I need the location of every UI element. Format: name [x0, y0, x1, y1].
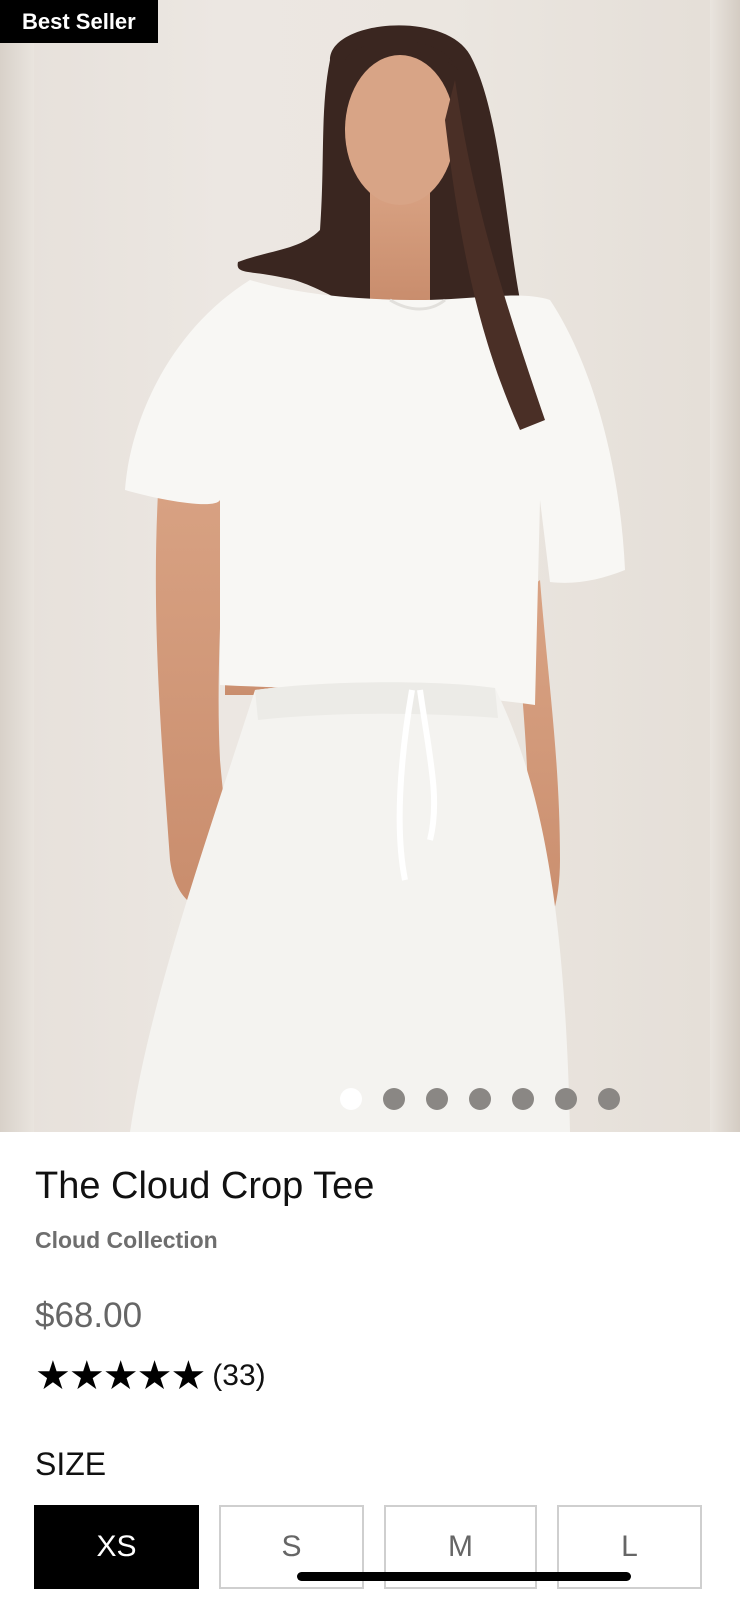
model-figure [125, 25, 625, 1132]
size-option-xs[interactable]: XS [34, 1505, 199, 1589]
gallery-pagination[interactable] [340, 1088, 620, 1110]
gallery-dot-5[interactable] [512, 1088, 534, 1110]
rating-stars-icon: ★★★★★ [35, 1354, 206, 1398]
home-indicator[interactable] [297, 1572, 631, 1581]
product-title: The Cloud Crop Tee [35, 1165, 375, 1207]
review-count[interactable]: (33) [212, 1359, 265, 1393]
best-seller-badge: Best Seller [0, 0, 158, 43]
size-label: SIZE [35, 1446, 107, 1482]
product-collection[interactable]: Cloud Collection [35, 1227, 218, 1254]
gallery-dot-2[interactable] [383, 1088, 405, 1110]
gallery-dot-3[interactable] [426, 1088, 448, 1110]
gallery-dot-1[interactable] [340, 1088, 362, 1110]
product-image[interactable]: Best Seller [0, 0, 740, 1132]
product-price: $68.00 [35, 1296, 143, 1335]
product-rating[interactable]: ★★★★★ (33) [35, 1356, 266, 1396]
gallery-dot-6[interactable] [555, 1088, 577, 1110]
gallery-dot-7[interactable] [598, 1088, 620, 1110]
gallery-dot-4[interactable] [469, 1088, 491, 1110]
